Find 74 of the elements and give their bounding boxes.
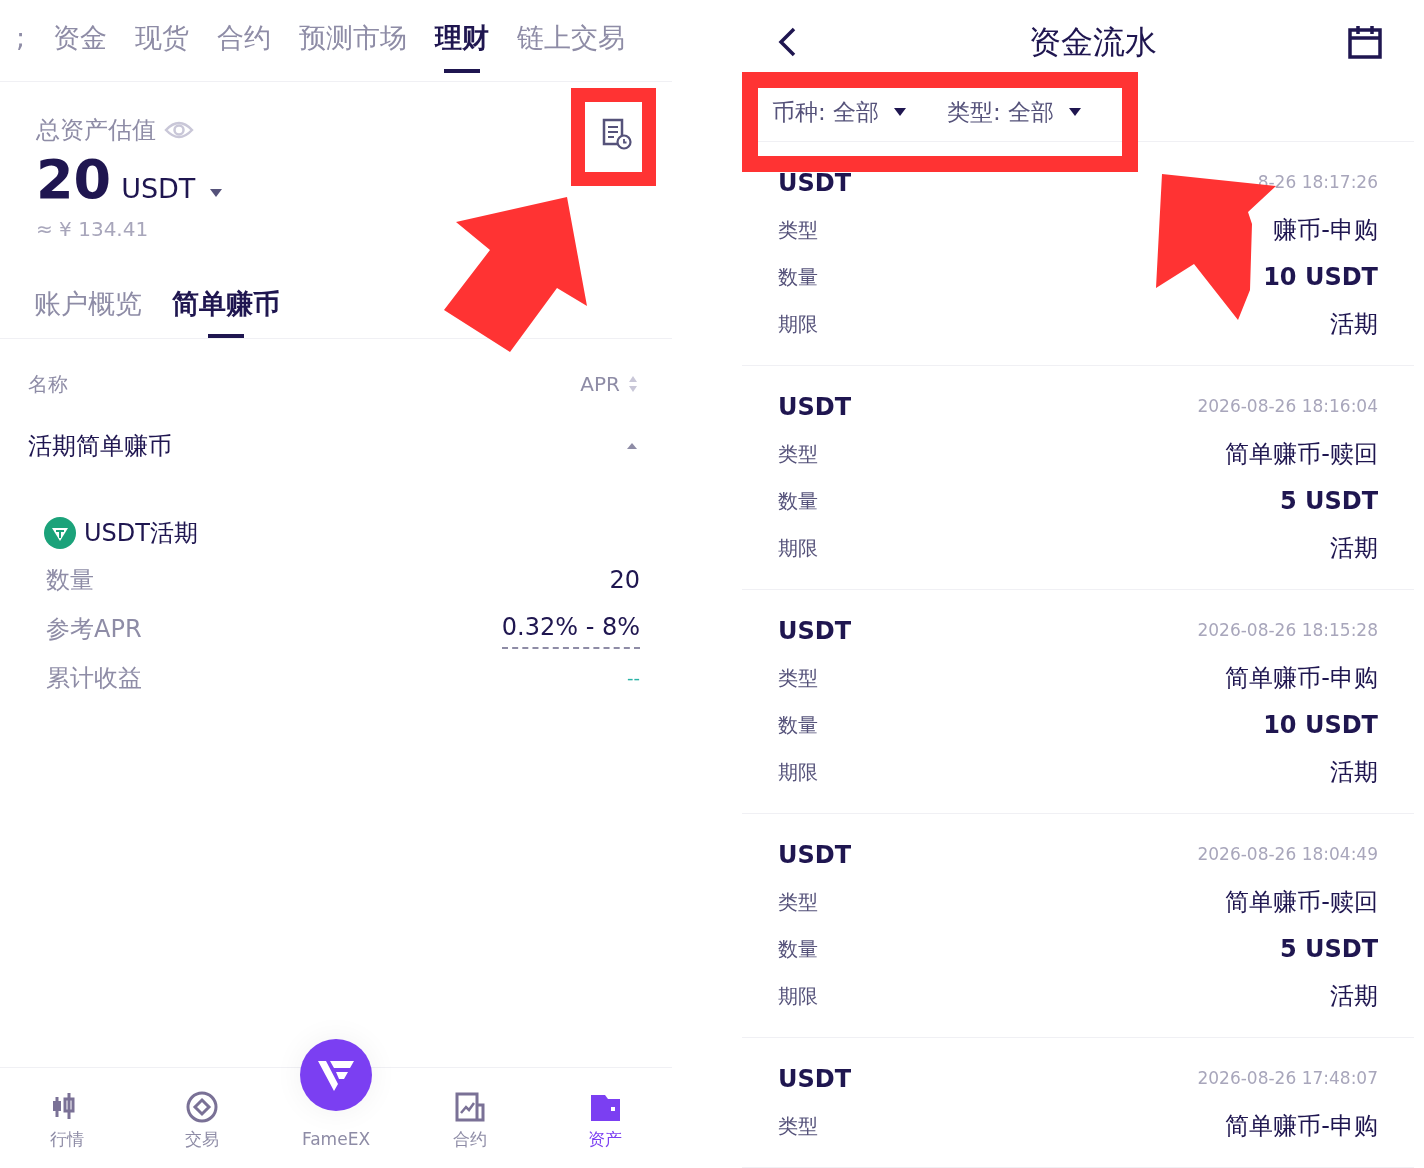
coin-name: USDT: [778, 168, 852, 199]
field-value: 10 USDT: [1263, 709, 1378, 741]
caret-down-icon: [1068, 107, 1083, 118]
nav-item[interactable]: 交易: [134, 1068, 269, 1168]
category-tab[interactable]: ;: [16, 8, 26, 73]
category-tab[interactable]: 预测市场: [299, 8, 408, 73]
nav-item[interactable]: 资产: [537, 1068, 673, 1168]
currency-unit: USDT: [121, 172, 196, 206]
record-time: 2026-08-26 18:04:49: [1197, 843, 1378, 867]
fiat-value: ≈ ¥ 134.41: [36, 215, 150, 243]
field-value: 0.32% - 8%: [501, 608, 640, 649]
field-value: 赚币-申购: [1273, 214, 1378, 246]
coin-icon: [44, 517, 76, 549]
chart-icon: [454, 1090, 487, 1123]
caret-up-icon[interactable]: [626, 442, 638, 450]
field-value: 活期: [1330, 980, 1378, 1012]
coin-name: USDT: [778, 1064, 852, 1095]
field-label: 数量: [778, 263, 818, 291]
field-label: 类型: [778, 888, 818, 916]
field-value: 简单赚币-赎回: [1225, 438, 1378, 470]
column-header: 名称: [28, 371, 68, 398]
category-tab[interactable]: 现货: [135, 8, 190, 73]
field-value: 简单赚币-赎回: [1225, 886, 1378, 918]
coin-name: USDT: [778, 392, 852, 423]
field-label: 数量: [46, 564, 94, 596]
field-value: 活期: [1330, 532, 1378, 564]
field-value: 5 USDT: [1279, 933, 1378, 965]
field-value: 活期: [1330, 308, 1378, 340]
calendar-icon[interactable]: [1348, 24, 1382, 59]
nav-item[interactable]: 行情: [0, 1068, 135, 1168]
field-value: 活期: [1330, 756, 1378, 788]
field-label: 期限: [778, 982, 818, 1010]
field-value: 20: [609, 564, 640, 596]
field-label: 期限: [778, 534, 818, 562]
field-label: 参考APR: [46, 613, 142, 645]
field-label: 类型: [778, 440, 818, 468]
caret-down-icon: [893, 107, 908, 118]
section-tab[interactable]: 账户概览: [34, 277, 142, 338]
field-label: 数量: [778, 711, 818, 739]
category-tab[interactable]: 资金: [53, 8, 108, 73]
field-value: --: [627, 666, 640, 690]
field-value: 简单赚币-申购: [1225, 662, 1378, 694]
diamond-circle-icon: [185, 1090, 218, 1123]
filter-dropdown[interactable]: 币种: 全部: [772, 94, 908, 130]
field-label: 类型: [778, 664, 818, 692]
field-label: 累计收益: [46, 662, 142, 694]
records-icon[interactable]: [602, 118, 632, 150]
total-assets-label: 总资产估值: [36, 115, 156, 146]
back-icon[interactable]: [776, 25, 798, 58]
field-label: 数量: [778, 935, 818, 963]
caret-down-icon[interactable]: [209, 188, 224, 198]
coin-name: USDT: [778, 616, 852, 647]
category-tab[interactable]: 链上交易: [517, 8, 626, 73]
nav-item[interactable]: 合约: [403, 1068, 538, 1168]
group-title: 活期简单赚币: [28, 431, 172, 462]
coin-name: USDT: [778, 840, 852, 871]
record-time: 2026-08-26 17:48:07: [1197, 1067, 1378, 1091]
field-label: 期限: [778, 310, 818, 338]
total-amount: 20: [36, 150, 112, 210]
field-label: 类型: [778, 1112, 818, 1140]
record-time: 2026-08-26 18:15:28: [1197, 619, 1378, 643]
field-value: 5 USDT: [1279, 485, 1378, 517]
record-time: 2026-08-26 18:16:04: [1197, 395, 1378, 419]
column-header: APR: [580, 371, 620, 398]
nav-item[interactable]: FameEX: [268, 1030, 404, 1168]
category-tab[interactable]: 合约: [217, 8, 272, 73]
field-label: 数量: [778, 487, 818, 515]
product-name: USDT活期: [84, 518, 198, 549]
field-label: 类型: [778, 216, 818, 244]
page-title: 资金流水: [1029, 21, 1157, 63]
field-value: 10 USDT: [1263, 261, 1378, 293]
field-value: 简单赚币-申购: [1225, 1110, 1378, 1142]
field-label: 期限: [778, 758, 818, 786]
filter-dropdown[interactable]: 类型: 全部: [947, 94, 1083, 130]
